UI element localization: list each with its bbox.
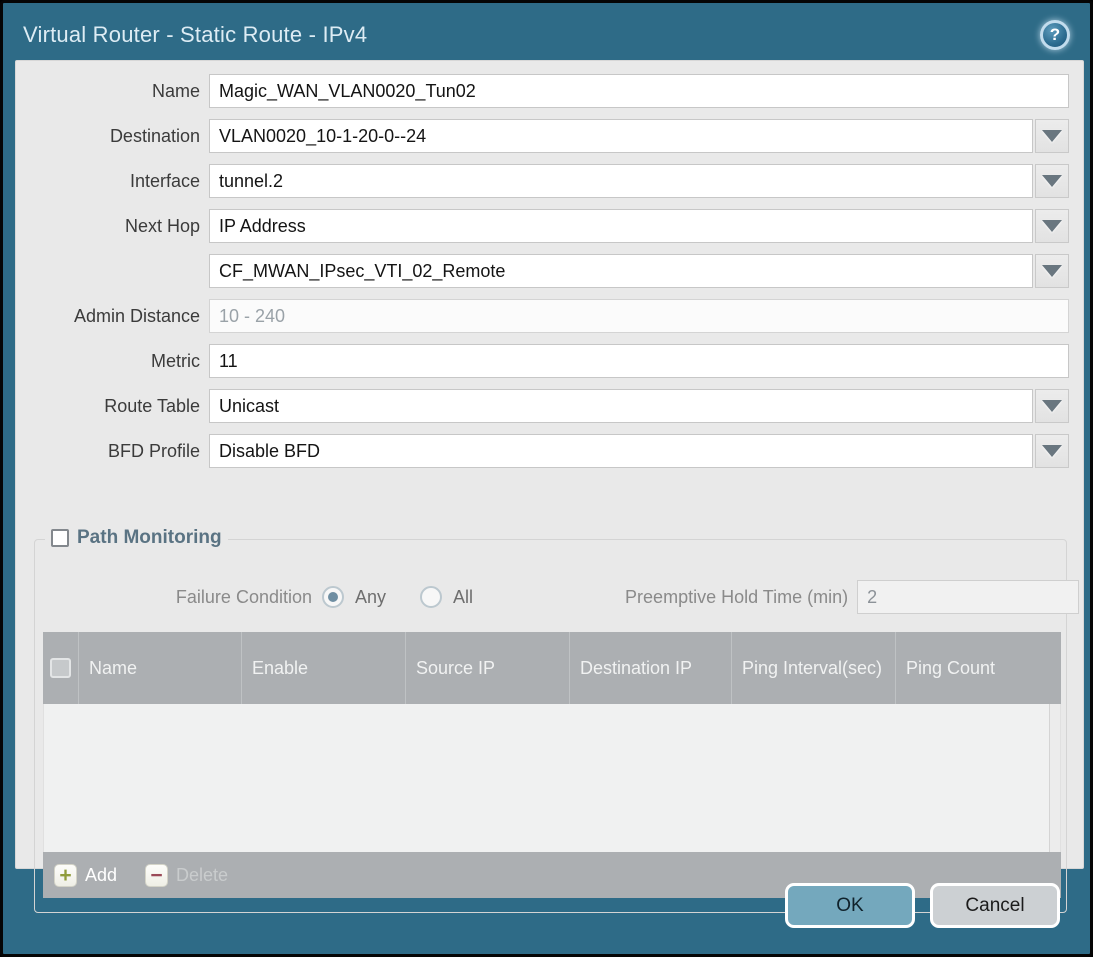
preemptive-hold-time-label: Preemptive Hold Time (min) [625, 587, 848, 608]
name-label: Name [16, 81, 209, 102]
failure-condition-all-option[interactable]: All [420, 586, 473, 608]
chevron-down-icon [1042, 175, 1062, 187]
destination-row: Destination [16, 119, 1069, 153]
table-body-empty [43, 704, 1061, 852]
admin-distance-row: Admin Distance [16, 299, 1069, 333]
ok-button[interactable]: OK [785, 883, 915, 928]
failure-condition-any-option[interactable]: Any [322, 586, 386, 608]
next-hop-address-dropdown-button[interactable] [1035, 254, 1069, 288]
table-scrollbar[interactable] [1049, 704, 1060, 852]
name-row: Name [16, 74, 1069, 108]
interface-label: Interface [16, 171, 209, 192]
table-header: Name Enable Source IP Destination IP Pin… [43, 632, 1061, 704]
admin-distance-input[interactable] [209, 299, 1069, 333]
route-table-input[interactable] [209, 389, 1033, 423]
metric-label: Metric [16, 351, 209, 372]
column-header-ping-interval[interactable]: Ping Interval(sec) [732, 632, 896, 704]
destination-label: Destination [16, 126, 209, 147]
column-header-source-ip[interactable]: Source IP [406, 632, 570, 704]
chevron-down-icon [1042, 265, 1062, 277]
static-route-dialog: Virtual Router - Static Route - IPv4 ? N… [0, 0, 1093, 957]
next-hop-address-row [16, 254, 1069, 288]
destination-dropdown-button[interactable] [1035, 119, 1069, 153]
column-header-name[interactable]: Name [79, 632, 242, 704]
dialog-footer: OK Cancel [3, 866, 1090, 954]
select-all-checkbox[interactable] [50, 658, 71, 678]
form-panel: Name Destination Interface [15, 60, 1084, 869]
cancel-button[interactable]: Cancel [930, 883, 1060, 928]
bfd-profile-dropdown-button[interactable] [1035, 434, 1069, 468]
radio-any-icon [322, 586, 344, 608]
bfd-profile-label: BFD Profile [16, 441, 209, 462]
chevron-down-icon [1042, 400, 1062, 412]
select-all-cell [43, 632, 79, 704]
dialog-title: Virtual Router - Static Route - IPv4 [23, 22, 1040, 48]
help-icon-glyph: ? [1050, 25, 1060, 45]
preemptive-hold-time-input[interactable] [857, 580, 1079, 614]
failure-condition-label: Failure Condition [35, 587, 322, 608]
path-monitoring-title: Path Monitoring [77, 527, 222, 549]
path-monitoring-table: Name Enable Source IP Destination IP Pin… [43, 632, 1061, 898]
route-table-row: Route Table [16, 389, 1069, 423]
path-monitoring-section: Path Monitoring Failure Condition Any Al… [34, 539, 1067, 913]
route-table-dropdown-button[interactable] [1035, 389, 1069, 423]
path-monitoring-legend: Path Monitoring [45, 527, 228, 549]
chevron-down-icon [1042, 130, 1062, 142]
column-header-destination-ip[interactable]: Destination IP [570, 632, 732, 704]
name-input[interactable] [209, 74, 1069, 108]
next-hop-address-input[interactable] [209, 254, 1033, 288]
next-hop-label: Next Hop [16, 216, 209, 237]
failure-condition-row: Failure Condition Any All Preemptive Hol… [35, 580, 1066, 614]
column-header-ping-count[interactable]: Ping Count [896, 632, 1061, 704]
metric-row: Metric [16, 344, 1069, 378]
help-icon[interactable]: ? [1040, 20, 1070, 50]
route-table-label: Route Table [16, 396, 209, 417]
next-hop-type-input[interactable] [209, 209, 1033, 243]
interface-row: Interface [16, 164, 1069, 198]
bfd-profile-input[interactable] [209, 434, 1033, 468]
next-hop-row: Next Hop [16, 209, 1069, 243]
title-bar: Virtual Router - Static Route - IPv4 ? [3, 3, 1090, 58]
radio-all-label: All [453, 587, 473, 608]
metric-input[interactable] [209, 344, 1069, 378]
bfd-profile-row: BFD Profile [16, 434, 1069, 468]
radio-any-label: Any [355, 587, 386, 608]
path-monitoring-checkbox[interactable] [51, 529, 69, 547]
admin-distance-label: Admin Distance [16, 306, 209, 327]
column-header-enable[interactable]: Enable [242, 632, 406, 704]
destination-input[interactable] [209, 119, 1033, 153]
interface-input[interactable] [209, 164, 1033, 198]
radio-all-icon [420, 586, 442, 608]
chevron-down-icon [1042, 220, 1062, 232]
next-hop-dropdown-button[interactable] [1035, 209, 1069, 243]
interface-dropdown-button[interactable] [1035, 164, 1069, 198]
chevron-down-icon [1042, 445, 1062, 457]
